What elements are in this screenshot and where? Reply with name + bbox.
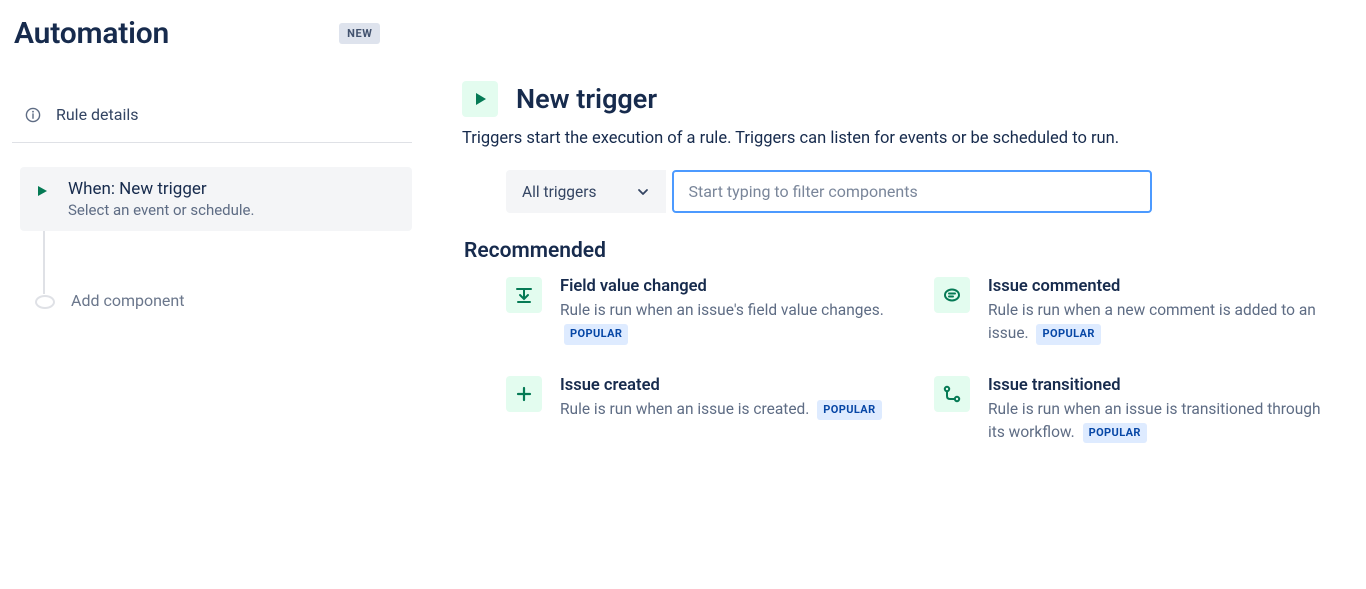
new-badge: NEW [339, 23, 380, 44]
recommended-heading: Recommended [464, 239, 1344, 263]
popular-badge: POPULAR [817, 400, 881, 421]
rule-sidebar: Rule details When: New trigger Select an… [12, 63, 412, 322]
step-subtitle: Select an event or schedule. [68, 201, 254, 219]
main-panel: New trigger Triggers start the execution… [462, 63, 1344, 444]
card-title: Issue created [560, 376, 882, 395]
card-title: Issue transitioned [988, 376, 1322, 395]
circle-icon [35, 295, 55, 309]
card-title: Field value changed [560, 277, 894, 296]
info-icon [24, 106, 42, 124]
main-description: Triggers start the execution of a rule. … [462, 129, 1344, 148]
play-icon [32, 181, 52, 201]
category-selected-label: All triggers [522, 183, 596, 201]
main-header: New trigger [462, 81, 1344, 117]
play-icon [462, 81, 498, 117]
trigger-card-issue-created[interactable]: Issue created Rule is run when an issue … [506, 376, 894, 445]
add-component-label: Add component [71, 291, 184, 310]
recommended-list: Field value changed Rule is run when an … [462, 277, 1322, 444]
trigger-category-select[interactable]: All triggers [506, 170, 666, 213]
card-desc: Rule is run when a new comment is added … [988, 299, 1322, 346]
step-new-trigger[interactable]: When: New trigger Select an event or sch… [20, 167, 412, 231]
comment-icon [934, 277, 970, 313]
step-title: When: New trigger [68, 179, 254, 199]
component-filter-input[interactable] [672, 170, 1152, 213]
rule-details-label: Rule details [56, 105, 139, 124]
rule-steps: When: New trigger Select an event or sch… [12, 167, 412, 322]
trigger-card-issue-commented[interactable]: Issue commented Rule is run when a new c… [934, 277, 1322, 346]
page-title: Automation [14, 16, 169, 51]
popular-badge: POPULAR [564, 324, 628, 345]
plus-icon [506, 376, 542, 412]
card-desc: Rule is run when an issue is transitione… [988, 398, 1322, 445]
filter-row: All triggers [506, 170, 1344, 213]
rule-details-button[interactable]: Rule details [12, 97, 412, 143]
trigger-card-issue-transitioned[interactable]: Issue transitioned Rule is run when an i… [934, 376, 1322, 445]
add-component-button[interactable]: Add component [20, 279, 412, 322]
page-header: Automation NEW [12, 10, 1344, 63]
popular-badge: POPULAR [1036, 324, 1100, 345]
field-change-icon [506, 277, 542, 313]
transition-icon [934, 376, 970, 412]
main-title: New trigger [516, 83, 657, 115]
card-title: Issue commented [988, 277, 1322, 296]
chevron-down-icon [636, 185, 650, 199]
card-desc: Rule is run when an issue's field value … [560, 299, 894, 346]
popular-badge: POPULAR [1083, 423, 1147, 444]
card-desc: Rule is run when an issue is created. PO… [560, 398, 882, 421]
trigger-card-field-value-changed[interactable]: Field value changed Rule is run when an … [506, 277, 894, 346]
